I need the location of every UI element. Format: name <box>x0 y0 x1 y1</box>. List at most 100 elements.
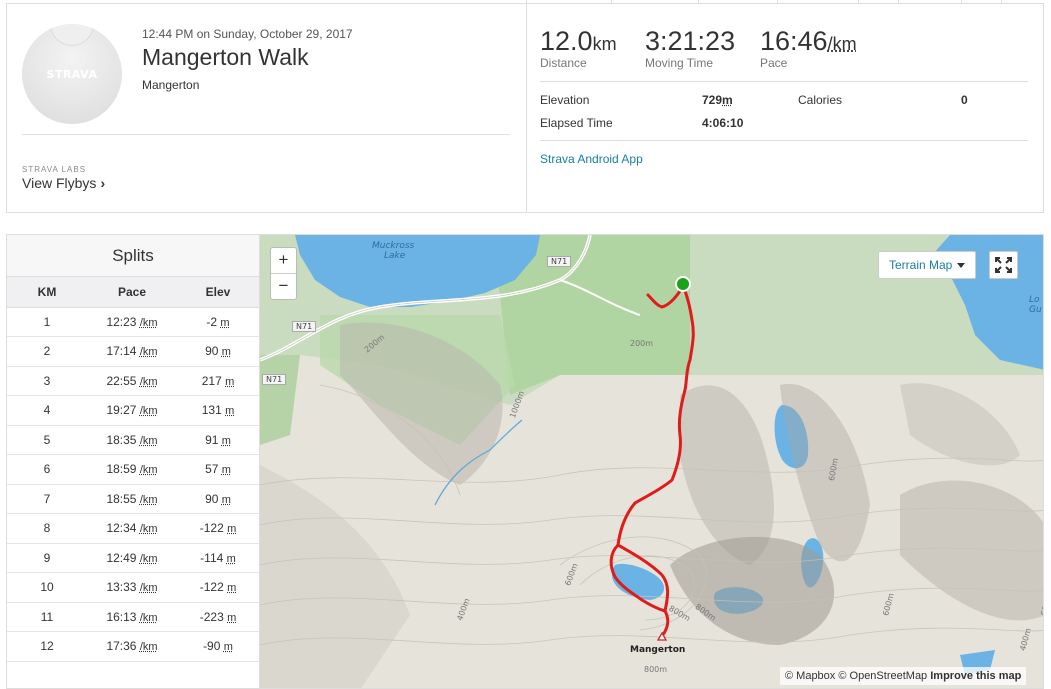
split-elev-value: 131 <box>201 403 222 418</box>
split-elev-unit: m <box>225 405 235 418</box>
split-elev-unit: m <box>226 552 236 565</box>
divider <box>540 140 1028 141</box>
split-elev-unit: m <box>227 611 237 624</box>
split-pace: 17:36 /km <box>87 631 177 662</box>
split-pace-unit: /km <box>139 316 158 329</box>
split-elev: 91 m <box>177 425 259 455</box>
split-pace-value: 18:35 <box>106 432 137 447</box>
split-pace: 18:59 /km <box>87 454 177 485</box>
contour-label: 200m <box>630 339 654 348</box>
shirt-collar-icon <box>50 24 94 46</box>
split-elev-value: 217 <box>201 373 222 388</box>
split-pace: 12:23 /km <box>87 307 177 337</box>
mapbox-link[interactable]: © Mapbox <box>785 670 835 682</box>
moving-time-value: 3:21:23 <box>645 26 736 56</box>
split-pace-unit: /km <box>139 582 158 595</box>
road-shield-n71: N71 <box>547 256 572 267</box>
split-elev-unit: m <box>221 346 231 359</box>
pace-unit: /km <box>827 34 857 54</box>
fullscreen-button[interactable] <box>989 251 1018 279</box>
split-km: 7 <box>7 484 87 514</box>
split-row: 9 12:49 /km -114 m <box>7 543 259 573</box>
split-elev-value: -114 <box>200 550 224 565</box>
split-elev-value: 90 <box>205 344 219 359</box>
split-elev: -2 m <box>177 307 259 337</box>
route-map[interactable]: Muckross Lake N71 N71 N71 200m 200m 1000… <box>259 234 1044 689</box>
split-pace-value: 12:34 <box>106 521 137 536</box>
split-row: 8 12:34 /km -122 m <box>7 513 259 544</box>
elapsed-time-value: 4:06:10 <box>702 116 744 130</box>
split-elev: 131 m <box>177 395 259 426</box>
split-pace: 12:49 /km <box>87 543 177 573</box>
split-elev: -122 m <box>177 572 259 603</box>
divider <box>22 134 510 135</box>
stat-pace: 16:46/km Pace <box>760 26 857 70</box>
summit-label: Mangerton <box>630 645 686 655</box>
moving-time-label: Moving Time <box>645 56 714 70</box>
road-shield-n71: N71 <box>292 321 317 332</box>
map-type-label: Terrain Map <box>889 258 953 272</box>
zoom-in-button[interactable]: + <box>271 248 296 274</box>
calories-label: Calories <box>798 93 843 107</box>
map-label-lake: Lake <box>384 251 406 261</box>
map-attribution: © Mapbox © OpenStreetMap Improve this ma… <box>780 667 1027 685</box>
activity-stats: 12.0km Distance 3:21:23 Moving Time 16:4… <box>540 4 1030 212</box>
split-pace-value: 18:59 <box>106 462 137 477</box>
split-km: 12 <box>7 631 87 662</box>
distance-unit: km <box>592 34 617 54</box>
split-km: 11 <box>7 602 87 632</box>
stat-moving-time: 3:21:23 Moving Time <box>645 26 735 70</box>
split-elev: 90 m <box>177 484 259 514</box>
stat-distance: 12.0km Distance <box>540 26 617 70</box>
split-km: 4 <box>7 395 87 426</box>
split-km: 6 <box>7 454 87 485</box>
activity-title: Mangerton Walk <box>142 44 309 70</box>
split-pace-unit: /km <box>139 641 158 654</box>
view-flybys-link[interactable]: View Flybys › <box>22 175 105 191</box>
split-pace-unit: /km <box>139 552 158 565</box>
split-row: 5 18:35 /km 91 m <box>7 425 259 455</box>
column-header-pace: Pace <box>87 277 177 308</box>
split-pace: 18:55 /km <box>87 484 177 514</box>
distance-value: 12.0 <box>540 26 593 56</box>
split-km: 5 <box>7 425 87 455</box>
zoom-out-button[interactable]: − <box>271 274 296 300</box>
split-row: 3 22:55 /km 217 m <box>7 366 259 396</box>
split-row: 12 17:36 /km -90 m <box>7 631 259 662</box>
split-elev-unit: m <box>227 523 237 536</box>
map-label-edge: Lo <box>1029 295 1040 305</box>
split-row: 11 16:13 /km -223 m <box>7 602 259 632</box>
split-km: 1 <box>7 307 87 337</box>
split-pace-value: 13:33 <box>106 580 137 595</box>
split-pace: 22:55 /km <box>87 366 177 396</box>
pace-label: Pace <box>760 56 788 70</box>
split-elev-value: -122 <box>199 580 224 595</box>
split-elev: -223 m <box>177 602 259 632</box>
split-pace: 17:14 /km <box>87 336 177 367</box>
avatar[interactable]: STRAVA <box>22 24 122 124</box>
device-link[interactable]: Strava Android App <box>540 152 643 166</box>
chevron-right-icon: › <box>100 175 106 191</box>
map-type-dropdown[interactable]: Terrain Map <box>878 251 976 279</box>
map-label-edge: Gu <box>1029 305 1042 315</box>
activity-datetime: 12:44 PM on Sunday, October 29, 2017 <box>142 27 353 41</box>
split-pace-value: 18:55 <box>106 491 137 506</box>
split-row: 2 17:14 /km 90 m <box>7 336 259 367</box>
split-elev: -90 m <box>177 631 259 662</box>
split-pace: 18:35 /km <box>87 425 177 455</box>
osm-link[interactable]: © OpenStreetMap <box>838 670 927 682</box>
split-row: 10 13:33 /km -122 m <box>7 572 259 603</box>
column-header-km: KM <box>7 277 87 308</box>
split-pace-value: 12:49 <box>106 550 137 565</box>
improve-map-link[interactable]: Improve this map <box>930 670 1021 682</box>
split-elev-value: -122 <box>199 521 224 536</box>
split-elev: -122 m <box>177 513 259 544</box>
split-row: 7 18:55 /km 90 m <box>7 484 259 514</box>
splits-table: KM Pace Elev 1 12:23 /km -2 m 2 17:14 /km 90 … <box>7 277 259 662</box>
pace-value: 16:46 <box>760 26 828 56</box>
split-pace-value: 19:27 <box>106 403 137 418</box>
split-elev-value: 57 <box>205 462 219 477</box>
elevation-number: 729 <box>702 93 723 107</box>
start-marker[interactable] <box>675 276 691 292</box>
splits-header-row: KM Pace Elev <box>7 277 259 308</box>
